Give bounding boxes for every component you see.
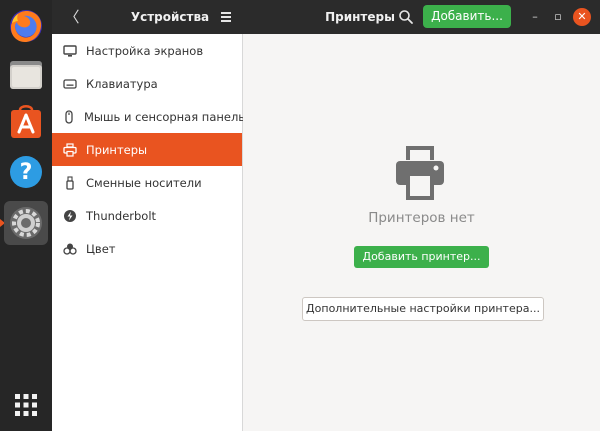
dock-help[interactable]: ? [4, 150, 48, 194]
header-bar: 〈 Устройства Принтеры Добавить... – ▫ ✕ [52, 0, 600, 35]
sidebar-item-label: Мышь и сенсорная панель [84, 109, 246, 124]
software-store-icon [11, 105, 41, 138]
sidebar-item-label: Принтеры [86, 142, 148, 157]
dock: ? [0, 0, 52, 431]
help-icon: ? [10, 156, 42, 188]
printer-icon [62, 142, 78, 158]
printer-icon [390, 142, 450, 202]
sidebar-item-thunderbolt[interactable]: Thunderbolt [52, 199, 242, 232]
page-title: Принтеры [325, 10, 395, 24]
svg-text:?: ? [20, 160, 33, 185]
dock-files[interactable] [4, 52, 48, 96]
minimize-button[interactable]: – [526, 8, 544, 26]
dock-firefox[interactable] [4, 4, 48, 48]
sidebar-item-removable-media[interactable]: Сменные носители [52, 166, 242, 199]
display-icon [62, 43, 78, 59]
sidebar-title: Устройства [130, 10, 210, 24]
sidebar-item-printers[interactable]: Принтеры [52, 133, 242, 166]
sidebar-item-label: Сменные носители [86, 175, 202, 190]
removable-media-icon [62, 175, 78, 191]
settings-gear-icon [10, 207, 42, 239]
sidebar-item-label: Thunderbolt [86, 208, 157, 223]
sidebar-item-displays[interactable]: Настройка экранов [52, 34, 242, 67]
sidebar-item-color[interactable]: Цвет [52, 232, 242, 265]
sidebar-item-mouse[interactable]: Мышь и сенсорная панель [52, 100, 246, 133]
dock-software[interactable] [4, 100, 48, 144]
back-button[interactable]: 〈 [62, 6, 82, 28]
dock-app-grid[interactable] [4, 383, 48, 427]
sidebar: Настройка экранов Клавиатура Мышь и сенс… [52, 34, 246, 431]
advanced-printer-settings-button[interactable]: Дополнительные настройки принтера... [302, 297, 544, 321]
maximize-button[interactable]: ▫ [549, 8, 567, 26]
no-printers-label: Принтеров нет [368, 210, 475, 226]
firefox-icon [10, 10, 42, 42]
add-printer-button[interactable]: Добавить принтер... [354, 246, 489, 268]
keyboard-icon [62, 76, 78, 92]
main-panel: Принтеров нет Добавить принтер... Дополн… [243, 34, 600, 431]
sidebar-item-label: Настройка экранов [86, 43, 204, 58]
close-button[interactable]: ✕ [573, 8, 591, 26]
chevron-left-icon: 〈 [64, 8, 80, 26]
folder-icon [10, 61, 42, 89]
dock-settings[interactable] [4, 201, 48, 245]
thunderbolt-icon [62, 208, 78, 224]
menu-icon [221, 12, 231, 14]
sidebar-item-keyboard[interactable]: Клавиатура [52, 67, 242, 100]
sidebar-item-label: Клавиатура [86, 76, 158, 91]
color-icon [62, 241, 78, 257]
add-printer-header-button[interactable]: Добавить... [423, 5, 511, 28]
hamburger-menu-button[interactable] [218, 8, 236, 26]
search-button[interactable] [398, 9, 414, 25]
search-icon [399, 10, 413, 24]
app-grid-icon [15, 394, 37, 416]
sidebar-item-label: Цвет [86, 241, 116, 256]
mouse-icon [62, 109, 76, 125]
